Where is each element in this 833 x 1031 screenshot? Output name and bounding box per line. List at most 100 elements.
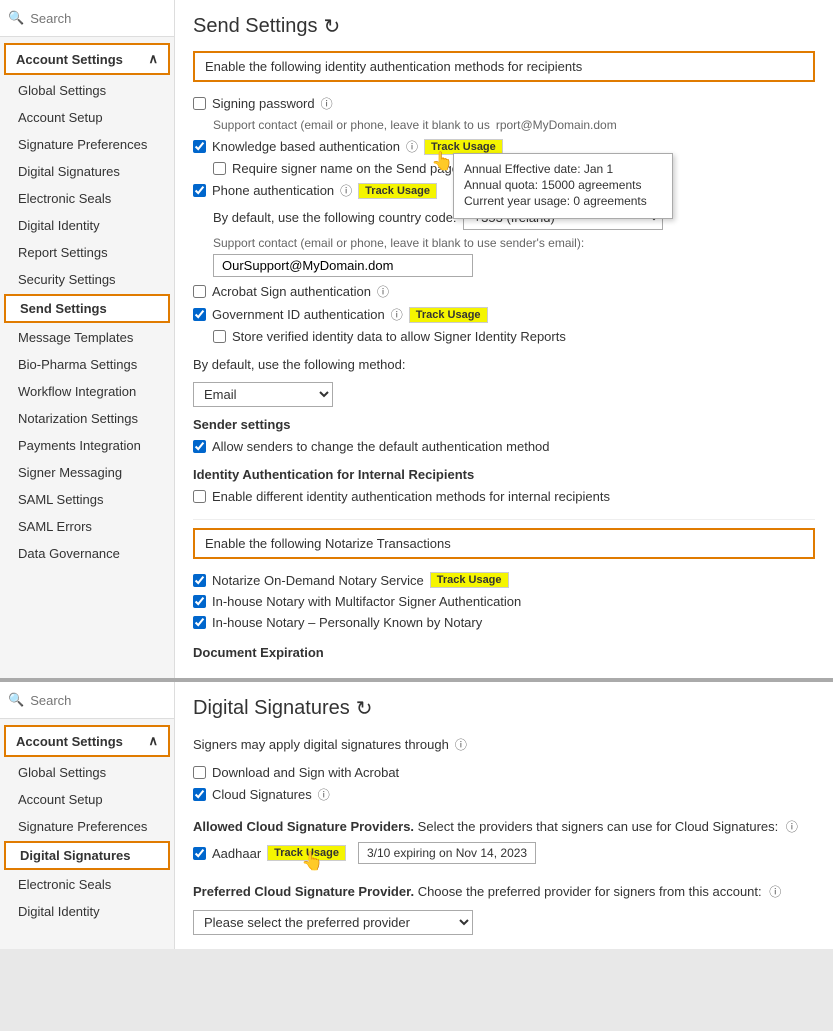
- sidebar-item-security-settings[interactable]: Security Settings: [0, 266, 174, 293]
- signing-password-help-icon[interactable]: ⓘ: [321, 95, 333, 112]
- search-box-1[interactable]: 🔍: [0, 0, 174, 37]
- kba-help-icon[interactable]: ⓘ: [406, 138, 418, 155]
- cloud-sig-help-icon[interactable]: ⓘ: [318, 786, 330, 803]
- sidebar-item-report-settings[interactable]: Report Settings: [0, 239, 174, 266]
- preferred-cloud-section: Preferred Cloud Signature Provider. Choo…: [193, 883, 815, 935]
- sidebar-item-data-governance[interactable]: Data Governance: [0, 540, 174, 567]
- phone-auth-track-usage-button[interactable]: Track Usage: [358, 183, 437, 199]
- sidebar-section-2: Account Settings ∧ Global Settings Accou…: [0, 719, 174, 929]
- refresh-icon-send[interactable]: ↻: [324, 14, 341, 39]
- sidebar-item-account-setup-2[interactable]: Account Setup: [0, 786, 174, 813]
- search-input-2[interactable]: [30, 693, 166, 708]
- signers-may-apply-row: Signers may apply digital signatures thr…: [193, 733, 815, 756]
- sidebar-item-signature-prefs-1[interactable]: Signature Preferences: [0, 131, 174, 158]
- inhouse-personal-checkbox[interactable]: [193, 616, 206, 629]
- gov-id-help-icon[interactable]: ⓘ: [391, 306, 403, 323]
- notarize-demand-checkbox[interactable]: [193, 574, 206, 587]
- sidebar-item-payments[interactable]: Payments Integration: [0, 432, 174, 459]
- phone-auth-help-icon[interactable]: ⓘ: [340, 182, 352, 199]
- signing-password-row: Signing password ⓘ: [193, 92, 815, 115]
- preferred-cloud-description: Preferred Cloud Signature Provider. Choo…: [193, 883, 815, 900]
- acrobat-sign-checkbox[interactable]: [193, 285, 206, 298]
- identity-internal-section: Identity Authentication for Internal Rec…: [193, 467, 815, 507]
- identity-auth-label: Enable the following identity authentica…: [205, 59, 582, 74]
- kba-tooltip: Annual Effective date: Jan 1 Annual quot…: [453, 153, 673, 219]
- support-contact2-input[interactable]: [213, 254, 473, 277]
- phone-auth-label: Phone authentication: [212, 183, 334, 198]
- aadhaar-row: Aadhaar Track Usage 3/10 expiring on Nov…: [193, 839, 815, 867]
- enable-internal-checkbox[interactable]: [193, 490, 206, 503]
- store-verified-row: Store verified identity data to allow Si…: [193, 326, 815, 347]
- download-sign-checkbox[interactable]: [193, 766, 206, 779]
- doc-expiration-label: Document Expiration: [193, 645, 815, 660]
- notarize-demand-label: Notarize On-Demand Notary Service: [212, 573, 424, 588]
- search-input-1[interactable]: [30, 11, 166, 26]
- sender-settings-label: Sender settings: [193, 417, 815, 432]
- search-box-2[interactable]: 🔍: [0, 682, 174, 719]
- default-method-label: By default, use the following method:: [193, 357, 815, 372]
- support-contact-row: Support contact (email or phone, leave i…: [193, 115, 815, 135]
- gov-id-track-usage-button[interactable]: Track Usage: [409, 307, 488, 323]
- inhouse-multi-row: In-house Notary with Multifactor Signer …: [193, 591, 815, 612]
- sender-settings-section: Sender settings Allow senders to change …: [193, 417, 815, 457]
- aadhaar-section: Aadhaar Track Usage 3/10 expiring on Nov…: [193, 839, 815, 867]
- preferred-cloud-select[interactable]: Please select the preferred provider: [193, 910, 473, 935]
- sidebar-item-digital-sigs-1[interactable]: Digital Signatures: [0, 158, 174, 185]
- tooltip-annual-quota: Annual quota: 15000 agreements: [464, 178, 662, 192]
- default-method-select[interactable]: Email SMS Phone: [193, 382, 333, 407]
- phone-auth-checkbox[interactable]: [193, 184, 206, 197]
- gov-id-checkbox[interactable]: [193, 308, 206, 321]
- sidebar-section-1: Account Settings ∧ Global Settings Accou…: [0, 37, 174, 571]
- sidebar-item-signature-prefs-2[interactable]: Signature Preferences: [0, 813, 174, 840]
- signers-help-icon[interactable]: ⓘ: [455, 736, 467, 753]
- inhouse-personal-row: In-house Notary – Personally Known by No…: [193, 612, 815, 633]
- sidebar-item-global-settings-2[interactable]: Global Settings: [0, 759, 174, 786]
- sidebar-item-workflow[interactable]: Workflow Integration: [0, 378, 174, 405]
- acrobat-sign-help-icon[interactable]: ⓘ: [377, 283, 389, 300]
- preferred-cloud-help-icon[interactable]: ⓘ: [769, 885, 781, 899]
- digital-signatures-panel: 🔍 Account Settings ∧ Global Settings Acc…: [0, 682, 833, 949]
- sidebar-item-global-settings-1[interactable]: Global Settings: [0, 77, 174, 104]
- download-sign-row: Download and Sign with Acrobat: [193, 762, 815, 783]
- sidebar-item-digital-sigs-2[interactable]: Digital Signatures: [4, 841, 170, 870]
- divider-1: [193, 519, 815, 520]
- sidebar-digital-signatures: 🔍 Account Settings ∧ Global Settings Acc…: [0, 682, 175, 949]
- sidebar-item-electronic-seals-2[interactable]: Electronic Seals: [0, 871, 174, 898]
- sidebar-item-account-setup-1[interactable]: Account Setup: [0, 104, 174, 131]
- allowed-cloud-section: Allowed Cloud Signature Providers. Selec…: [193, 818, 815, 867]
- notarize-demand-track-usage-button[interactable]: Track Usage: [430, 572, 509, 588]
- sidebar-item-notarization[interactable]: Notarization Settings: [0, 405, 174, 432]
- sidebar-item-saml-errors[interactable]: SAML Errors: [0, 513, 174, 540]
- sidebar-send-settings: 🔍 Account Settings ∧ Global Settings Acc…: [0, 0, 175, 678]
- sidebar-item-digital-identity-1[interactable]: Digital Identity: [0, 212, 174, 239]
- refresh-icon-digital-sigs[interactable]: ↻: [356, 696, 373, 721]
- aadhaar-track-usage-button[interactable]: Track Usage: [267, 845, 346, 861]
- sidebar-item-send-settings[interactable]: Send Settings: [4, 294, 170, 323]
- allow-senders-checkbox[interactable]: [193, 440, 206, 453]
- page-title-digital-sigs: Digital Signatures ↻: [193, 696, 815, 721]
- aadhaar-checkbox[interactable]: [193, 847, 206, 860]
- sidebar-item-message-templates[interactable]: Message Templates: [0, 324, 174, 351]
- require-signer-checkbox[interactable]: [213, 162, 226, 175]
- sidebar-item-digital-identity-2[interactable]: Digital Identity: [0, 898, 174, 925]
- signers-may-apply-label: Signers may apply digital signatures thr…: [193, 737, 449, 752]
- sidebar-item-biopharma[interactable]: Bio-Pharma Settings: [0, 351, 174, 378]
- account-settings-group-1[interactable]: Account Settings ∧: [4, 43, 170, 75]
- kba-checkbox[interactable]: [193, 140, 206, 153]
- allowed-cloud-description: Allowed Cloud Signature Providers. Selec…: [193, 818, 815, 835]
- cloud-sig-checkbox[interactable]: [193, 788, 206, 801]
- enable-internal-label: Enable different identity authentication…: [212, 489, 610, 504]
- inhouse-multi-checkbox[interactable]: [193, 595, 206, 608]
- aadhaar-label: Aadhaar: [212, 846, 261, 861]
- inhouse-personal-label: In-house Notary – Personally Known by No…: [212, 615, 482, 630]
- sidebar-item-electronic-seals-1[interactable]: Electronic Seals: [0, 185, 174, 212]
- signing-password-checkbox[interactable]: [193, 97, 206, 110]
- sidebar-item-signer-messaging[interactable]: Signer Messaging: [0, 459, 174, 486]
- sidebar-item-saml-settings[interactable]: SAML Settings: [0, 486, 174, 513]
- chevron-up-icon-1: ∧: [148, 51, 158, 67]
- account-settings-label-2: Account Settings: [16, 734, 123, 749]
- account-settings-label-1: Account Settings: [16, 52, 123, 67]
- store-verified-checkbox[interactable]: [213, 330, 226, 343]
- allowed-cloud-help-icon[interactable]: ⓘ: [786, 820, 798, 834]
- account-settings-group-2[interactable]: Account Settings ∧: [4, 725, 170, 757]
